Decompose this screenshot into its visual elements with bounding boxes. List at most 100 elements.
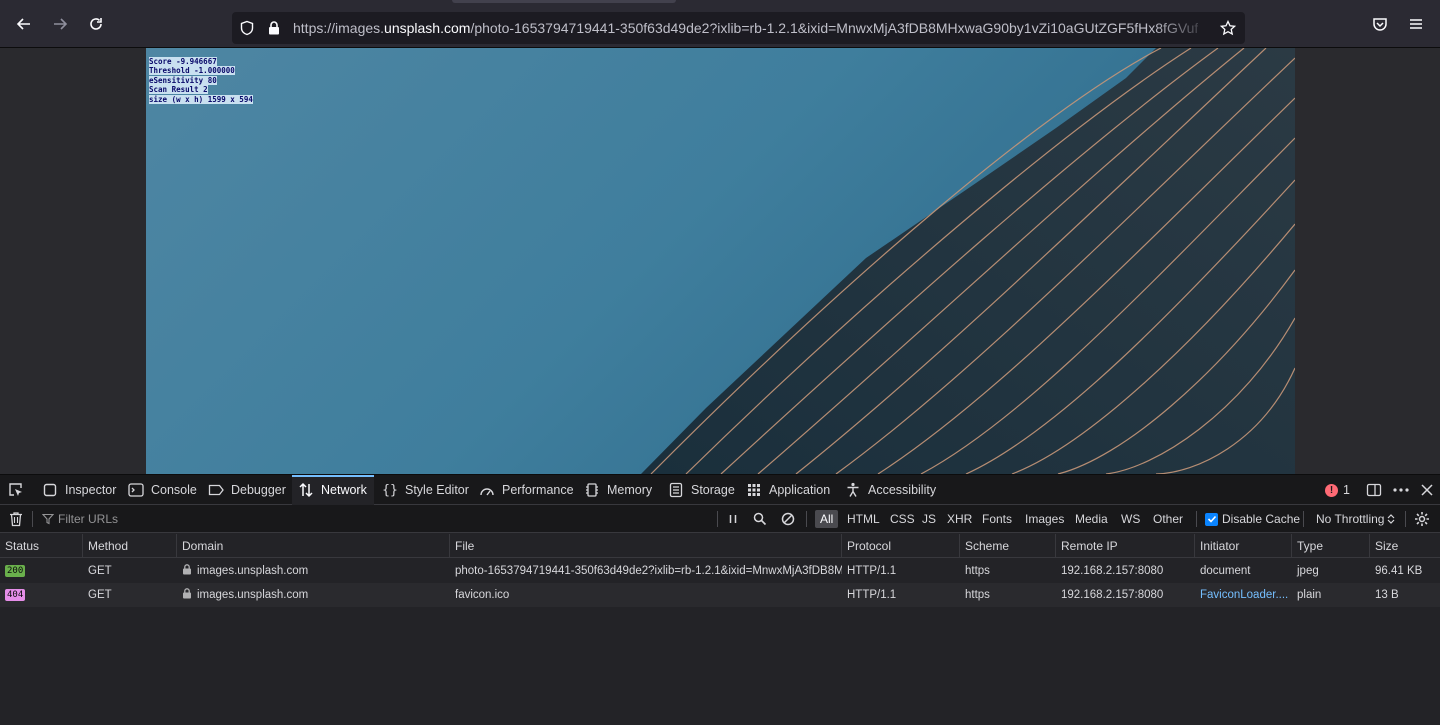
devtools-close-button[interactable]: [1420, 475, 1434, 505]
dock-toggle-button[interactable]: [1366, 475, 1382, 505]
tab-label: Console: [151, 483, 197, 497]
tab-accessibility[interactable]: Accessibility: [845, 475, 936, 505]
disable-cache-checkbox[interactable]: Disable Cache: [1205, 505, 1300, 533]
column-header-type[interactable]: Type: [1292, 534, 1370, 558]
url-prefix: https://images.: [293, 20, 385, 36]
debugger-icon: [208, 482, 224, 498]
inspector-icon: [42, 482, 58, 498]
pocket-icon: [1373, 18, 1387, 31]
type-filter-ws[interactable]: WS: [1116, 510, 1145, 528]
error-count: 1: [1343, 483, 1350, 497]
throttling-select[interactable]: No Throttling: [1316, 505, 1395, 533]
tab-application[interactable]: Application: [746, 475, 830, 505]
accessibility-icon: [845, 482, 861, 498]
separator: [32, 511, 33, 527]
type-filter-images[interactable]: Images: [1020, 510, 1069, 528]
url-host: unsplash.com: [384, 20, 471, 36]
tab-style-editor[interactable]: {} Style Editor: [382, 475, 469, 505]
tab-debugger[interactable]: Debugger: [208, 475, 286, 505]
block-requests-button[interactable]: [781, 505, 795, 533]
lock-icon[interactable]: [266, 20, 282, 41]
tab-label: Inspector: [65, 483, 117, 497]
element-picker-button[interactable]: [8, 475, 24, 505]
type-filter-other[interactable]: Other: [1148, 510, 1188, 528]
tracking-shield-icon[interactable]: [239, 20, 255, 41]
type-filter-xhr[interactable]: XHR: [942, 510, 977, 528]
page-viewport: Score -9.946667 Threshold -1.000000 eSen…: [0, 48, 1440, 474]
overlay-line: Scan Result 2: [149, 85, 208, 95]
domain-text: images.unsplash.com: [197, 565, 309, 577]
tab-label: Accessibility: [868, 483, 937, 497]
forward-button[interactable]: [48, 12, 72, 36]
back-arrow-icon: [16, 18, 30, 30]
filter-urls-input[interactable]: Filter URLs: [42, 505, 712, 533]
clear-requests-button[interactable]: [9, 505, 23, 533]
separator: [717, 511, 718, 527]
type-filter-js[interactable]: JS: [917, 510, 941, 528]
overlay-line: size (w x h) 1599 x 594: [149, 94, 253, 104]
type-filter-html[interactable]: HTML: [842, 510, 885, 528]
tab-label: Network: [321, 483, 367, 497]
initiator-link[interactable]: FaviconLoader....: [1195, 583, 1292, 607]
column-header-scheme[interactable]: Scheme: [960, 534, 1056, 558]
scan-overlay: Score -9.946667 Threshold -1.000000 eSen…: [149, 57, 253, 104]
error-count-badge[interactable]: ! 1: [1325, 475, 1350, 505]
filter-icon: [42, 513, 54, 525]
lock-icon: [182, 564, 192, 578]
hamburger-menu-icon: [1410, 19, 1422, 29]
column-header-size[interactable]: Size: [1370, 534, 1440, 558]
type-filter-all[interactable]: All: [815, 510, 839, 528]
url-fade: [1153, 12, 1213, 44]
tab-storage[interactable]: Storage: [668, 475, 735, 505]
tab-performance[interactable]: Performance: [479, 475, 574, 505]
pause-button[interactable]: [727, 505, 739, 533]
type-filter-css[interactable]: CSS: [885, 510, 920, 528]
more-dots-icon: [1393, 488, 1409, 492]
search-button[interactable]: [753, 505, 767, 533]
type-filter-fonts[interactable]: Fonts: [977, 510, 1017, 528]
separator: [1303, 511, 1304, 527]
column-header-file[interactable]: File: [450, 534, 842, 558]
tab-console[interactable]: Console: [128, 475, 197, 505]
select-arrows-icon: [1388, 514, 1395, 524]
column-header-method[interactable]: Method: [83, 534, 177, 558]
column-header-protocol[interactable]: Protocol: [842, 534, 960, 558]
network-filter-bar: Filter URLs All HTML CSS JS XHR Fonts Im…: [0, 505, 1440, 533]
column-header-initiator[interactable]: Initiator: [1195, 534, 1292, 558]
url-bar[interactable]: https://images.unsplash.com/photo-165379…: [232, 12, 1245, 44]
back-button[interactable]: [12, 12, 36, 36]
initiator-cell: document: [1200, 565, 1251, 577]
separator: [806, 511, 807, 527]
trash-icon: [10, 512, 22, 527]
tab-label: Storage: [691, 483, 735, 497]
building-photo: Score -9.946667 Threshold -1.000000 eSen…: [146, 48, 1295, 474]
tab-label: Performance: [502, 483, 574, 497]
tab-inspector[interactable]: Inspector: [42, 475, 116, 505]
overlay-line: Threshold -1.000000: [149, 66, 235, 76]
table-row[interactable]: 200 GET images.unsplash.com photo-165379…: [0, 559, 1440, 583]
reload-button[interactable]: [84, 12, 108, 36]
status-cell: 200: [0, 559, 83, 583]
table-row[interactable]: 404 GET images.unsplash.com favicon.ico …: [0, 583, 1440, 607]
type-filter-media[interactable]: Media: [1070, 510, 1113, 528]
column-header-remote-ip[interactable]: Remote IP: [1056, 534, 1195, 558]
remote-ip-cell: 192.168.2.157:8080: [1061, 565, 1164, 577]
gear-icon: [1415, 512, 1429, 526]
active-tab-sliver[interactable]: [452, 0, 676, 3]
app-menu-button[interactable]: [1404, 12, 1428, 36]
column-header-status[interactable]: Status: [0, 534, 83, 558]
status-badge: 200: [5, 565, 26, 577]
pocket-button[interactable]: [1368, 12, 1392, 36]
building-facade-lines: [641, 48, 1295, 474]
tab-memory[interactable]: Memory: [584, 475, 652, 505]
devtools-options-button[interactable]: [1392, 475, 1410, 505]
search-icon: [753, 512, 767, 526]
bookmark-star-icon[interactable]: [1219, 19, 1237, 41]
filter-placeholder: Filter URLs: [58, 512, 119, 526]
url-text[interactable]: https://images.unsplash.com/photo-165379…: [293, 20, 1198, 36]
tab-network[interactable]: Network: [292, 475, 374, 505]
disable-cache-label: Disable Cache: [1222, 512, 1301, 526]
network-settings-button[interactable]: [1414, 505, 1430, 533]
reload-icon: [90, 18, 102, 30]
column-header-domain[interactable]: Domain: [177, 534, 450, 558]
